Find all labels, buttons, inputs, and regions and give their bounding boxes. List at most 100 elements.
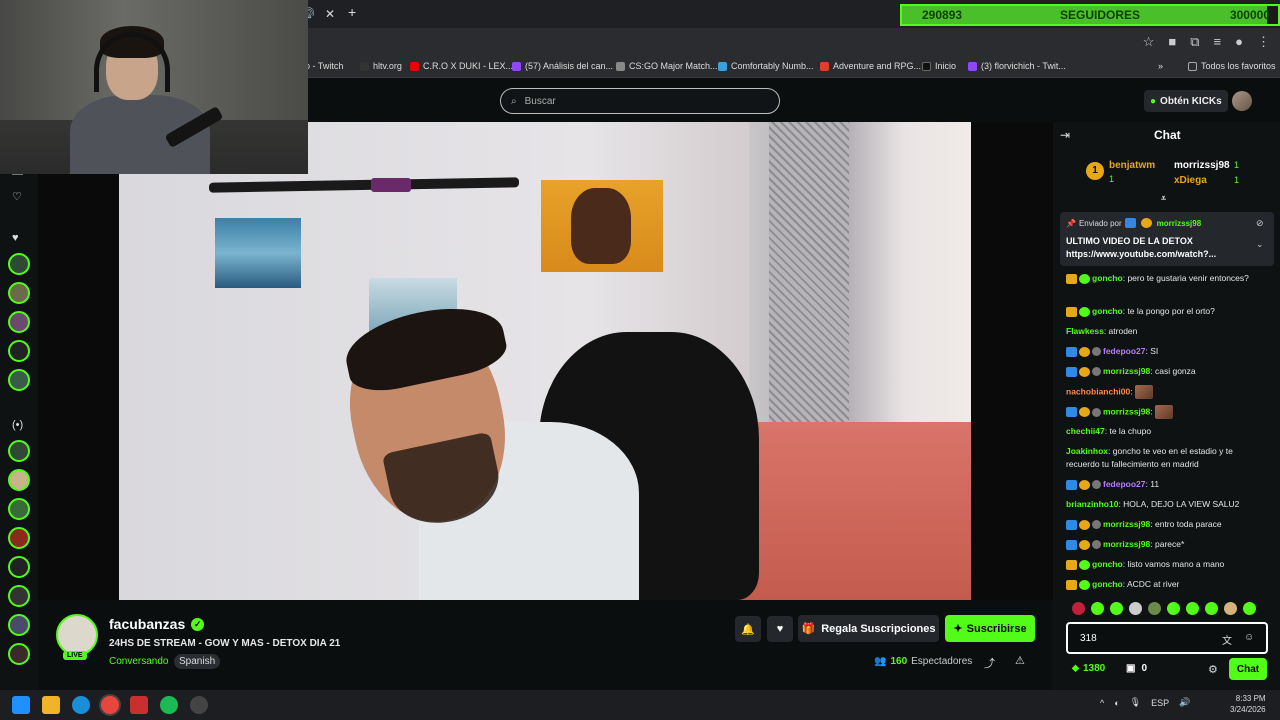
emote-icon[interactable] [1091,602,1104,615]
extension-icon[interactable]: ■ [1168,34,1176,50]
windows-start-icon[interactable] [12,696,30,714]
chat-username[interactable]: fedepoo27 [1103,346,1146,356]
recommended-channel-avatar[interactable] [8,527,30,549]
new-tab-button[interactable]: + [348,4,356,20]
pinned-by-user[interactable]: morrizssj98 [1157,219,1201,228]
app-icon[interactable] [130,696,148,714]
bookmark-item[interactable]: (57) Análisis del can... [512,61,613,71]
chat-username[interactable]: morrizssj98 [1103,366,1150,376]
bookmark-item[interactable]: hltv.org [360,61,402,71]
language-tag[interactable]: Spanish [174,654,221,669]
chat-username[interactable]: Flawkess [1066,326,1104,336]
menu-icon[interactable]: ⋮ [1257,34,1270,50]
followed-channel-avatar[interactable] [8,369,30,391]
chevron-up-icon[interactable]: ^ [1100,698,1104,708]
recommended-channel-avatar[interactable] [8,614,30,636]
chat-username[interactable]: goncho [1092,273,1123,283]
chat-username[interactable]: brianzinho10 [1066,499,1118,509]
pinned-link[interactable]: https://www.youtube.com/watch?... [1066,249,1216,259]
bookmarks-overflow[interactable]: » [1158,61,1163,71]
chat-username[interactable]: morrizssj98 [1103,539,1150,549]
chat-username[interactable]: goncho [1092,559,1123,569]
recommended-channel-avatar[interactable] [8,643,30,665]
stream-video-frame[interactable] [119,122,971,600]
close-tab-icon[interactable]: ✕ [325,7,335,21]
live-icon[interactable]: (•) [12,419,23,431]
volume-icon[interactable]: 🔊 [1179,697,1190,708]
recommended-channel-avatar[interactable] [8,469,30,491]
chat-username[interactable]: goncho [1092,579,1123,589]
recommended-channel-avatar[interactable] [8,556,30,578]
translate-icon[interactable]: 文 [1222,632,1232,647]
chat-username[interactable]: Joakinhox [1066,446,1108,456]
emote-icon[interactable] [1205,602,1218,615]
subscribe-button[interactable]: ✦ Suscribirse [945,615,1035,642]
followed-channel-avatar[interactable] [8,311,30,333]
user-avatar[interactable] [1232,91,1252,111]
taskbar-clock[interactable]: 8:33 PM 3/24/2026 [1230,693,1266,715]
profile-icon[interactable]: ● [1235,34,1243,50]
spotify-icon[interactable] [160,696,178,714]
star-icon[interactable]: ☆ [1143,34,1155,50]
collapse-chat-icon[interactable]: ⇥ [1060,128,1070,142]
playlist-icon[interactable]: ≡ [1214,34,1222,50]
followed-channel-avatar[interactable] [8,282,30,304]
chat-username[interactable]: morrizssj98 [1103,519,1150,529]
chat-username[interactable]: goncho [1092,306,1123,316]
stream-category[interactable]: Conversando [109,656,168,667]
edge-icon[interactable] [72,696,90,714]
unpin-icon[interactable]: ⊘ [1256,218,1264,229]
send-chat-button[interactable]: Chat [1229,658,1267,680]
channel-avatar[interactable] [56,614,98,656]
emote-icon[interactable] [1129,602,1142,615]
bookmark-item[interactable]: (3) florvichich - Twit... [968,61,1066,71]
emote-icon[interactable] [1224,602,1237,615]
chrome-icon[interactable] [101,696,119,714]
puzzle-icon[interactable]: ⧉ [1190,34,1199,50]
chat-username[interactable]: chechii47 [1066,426,1105,436]
all-favorites[interactable]: Todos los favoritos [1188,61,1276,71]
leaderboard-user[interactable]: xDiega [1174,175,1207,186]
get-kicks-button[interactable]: ● Obtén KICKs [1144,90,1228,112]
chat-username[interactable]: fedepoo27 [1103,479,1146,489]
file-explorer-icon[interactable] [42,696,60,714]
emote-icon[interactable] [1167,602,1180,615]
followed-channel-avatar[interactable] [8,253,30,275]
channel-name[interactable]: facubanzas ✓ [109,616,205,632]
emote-icon[interactable] [1148,602,1161,615]
leaderboard-user[interactable]: morrizssj98 [1174,160,1230,171]
emote-icon[interactable] [1110,602,1123,615]
emoji-icon[interactable]: ☺ [1244,632,1254,647]
notifications-button[interactable]: 🔔 [735,616,761,642]
chat-username[interactable]: nachobianchi00 [1066,386,1130,396]
recommended-channel-avatar[interactable] [8,498,30,520]
steam-icon[interactable]: ◐ [1114,698,1119,708]
leaderboard-expand-icon[interactable]: ⩡ [1161,193,1166,204]
emote-icon[interactable] [1243,602,1256,615]
bookmark-item[interactable]: Comfortably Numb... [718,61,814,71]
gift-counter[interactable]: ▣ 0 [1126,663,1147,674]
bookmark-item[interactable]: C.R.O X DUKI - LEX... [410,61,513,71]
recommended-channel-avatar[interactable] [8,440,30,462]
bookmark-item[interactable]: CS:GO Major Match... [616,61,718,71]
tray-language[interactable]: ESP [1151,698,1169,708]
followed-channel-avatar[interactable] [8,340,30,362]
app-icon[interactable] [190,696,208,714]
channel-points[interactable]: ⬥ 1380 [1072,663,1105,674]
report-icon[interactable]: ⚠ [1015,654,1025,667]
emote-icon[interactable] [1186,602,1199,615]
gift-subs-button[interactable]: 🎁 Regala Suscripciones [798,615,939,642]
share-icon[interactable]: ⤴ [984,655,995,671]
bookmark-item[interactable]: Inicio [922,61,956,71]
follow-button[interactable]: ♥ [767,616,793,642]
heart-icon[interactable]: ♡ [12,190,22,203]
gear-icon[interactable]: ⚙ [1208,663,1218,676]
search-input[interactable]: ⌕ Buscar [500,88,780,114]
chevron-down-icon[interactable]: ⌄ [1256,239,1264,250]
leaderboard-user[interactable]: benjatwm [1109,160,1155,171]
bookmark-item[interactable]: Adventure and RPG... [820,61,921,71]
following-heart-icon[interactable]: ♥ [12,232,19,244]
emote-icon[interactable] [1072,602,1085,615]
mic-icon[interactable]: 🎙 [1130,697,1141,708]
chat-username[interactable]: morrizssj98 [1103,406,1150,416]
